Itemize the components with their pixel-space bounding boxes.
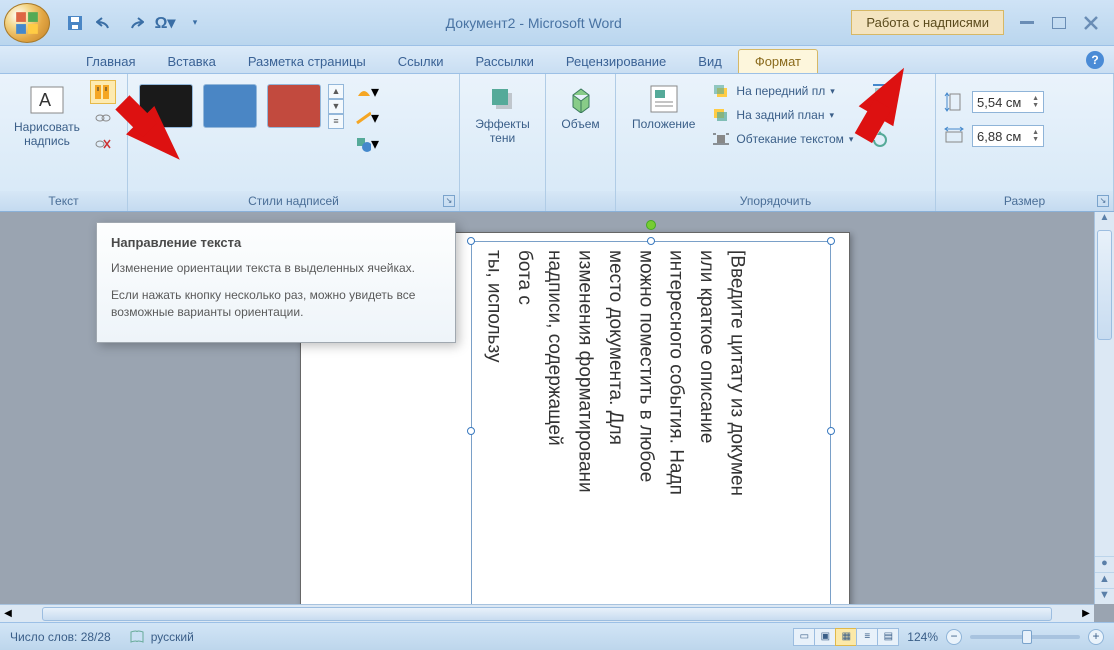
back-icon xyxy=(711,106,731,124)
text-direction-button[interactable] xyxy=(90,80,116,104)
shadow-effects-button[interactable]: Эффекты тени xyxy=(467,80,538,149)
close-button[interactable] xyxy=(1078,14,1104,32)
draw-textbox-label: Нарисовать надпись xyxy=(14,120,80,148)
textbox-icon: A xyxy=(29,84,65,116)
tab-references[interactable]: Ссылки xyxy=(382,50,460,73)
size-launcher[interactable]: ↘ xyxy=(1097,195,1109,207)
view-print-layout[interactable]: ▭ xyxy=(793,628,815,646)
tab-page-layout[interactable]: Разметка страницы xyxy=(232,50,382,73)
bring-to-front-button[interactable]: На передний пл▾ xyxy=(707,80,857,102)
front-icon xyxy=(711,82,731,100)
redo-icon[interactable] xyxy=(124,12,146,34)
undo-icon[interactable] xyxy=(94,12,116,34)
vertical-scrollbar[interactable]: ▲ ●▲▼ xyxy=(1094,212,1114,604)
tooltip-body-2: Если нажать кнопку несколько раз, можно … xyxy=(111,287,441,321)
height-icon xyxy=(944,92,966,112)
three-d-button[interactable]: Объем xyxy=(553,80,607,135)
contextual-tab-label: Работа с надписями xyxy=(851,10,1004,35)
break-link-button[interactable] xyxy=(90,132,116,156)
height-input[interactable]: 5,54 см▲▼ xyxy=(972,91,1044,113)
change-shape-button[interactable]: ▾ xyxy=(354,132,380,156)
svg-text:A: A xyxy=(39,90,51,110)
cube-icon xyxy=(566,84,596,114)
zoom-out-button[interactable]: − xyxy=(946,629,962,645)
rotate-handle[interactable] xyxy=(646,220,656,230)
language-status[interactable]: русский xyxy=(129,630,194,644)
tab-mailings[interactable]: Рассылки xyxy=(460,50,550,73)
tab-home[interactable]: Главная xyxy=(70,50,151,73)
position-button[interactable]: Положение xyxy=(624,80,703,135)
text-box[interactable]: [Введите цитату из докумен или краткое о… xyxy=(471,241,831,621)
shape-fill-button[interactable]: ▾ xyxy=(354,80,380,104)
resize-handle[interactable] xyxy=(467,237,475,245)
view-full-screen[interactable]: ▣ xyxy=(814,628,836,646)
scroll-thumb[interactable] xyxy=(1097,230,1112,340)
quick-access-toolbar: Ω▾ ▾ xyxy=(54,12,216,34)
width-icon xyxy=(944,126,966,146)
word-count[interactable]: Число слов: 28/28 xyxy=(10,630,111,644)
view-web-layout[interactable]: ▦ xyxy=(835,628,857,646)
style-swatch-red[interactable] xyxy=(267,84,321,128)
shape-outline-button[interactable]: ▾ xyxy=(354,106,380,130)
style-gallery-scroll[interactable]: ▲▼≡ xyxy=(328,84,344,129)
tab-insert[interactable]: Вставка xyxy=(151,50,231,73)
book-icon xyxy=(129,630,145,644)
save-icon[interactable] xyxy=(64,12,86,34)
create-link-button[interactable] xyxy=(90,106,116,130)
wrap-icon xyxy=(711,130,731,148)
office-button[interactable] xyxy=(4,3,50,43)
status-bar: Число слов: 28/28 русский ▭ ▣ ▦ ≡ ▤ 124%… xyxy=(0,622,1114,650)
qat-customize-icon[interactable]: ▾ xyxy=(184,12,206,34)
window-title: Документ2 - Microsoft Word xyxy=(216,15,851,31)
resize-handle[interactable] xyxy=(647,237,655,245)
title-bar: Ω▾ ▾ Документ2 - Microsoft Word Работа с… xyxy=(0,0,1114,46)
ribbon-tabs: Главная Вставка Разметка страницы Ссылки… xyxy=(0,46,1114,74)
zoom-in-button[interactable]: + xyxy=(1088,629,1104,645)
textbox-content[interactable]: [Введите цитату из докумен или краткое о… xyxy=(472,242,758,620)
tab-review[interactable]: Рецензирование xyxy=(550,50,682,73)
tab-format[interactable]: Формат xyxy=(738,49,818,73)
horizontal-scrollbar[interactable]: ◀ ▶ xyxy=(0,604,1094,622)
tab-view[interactable]: Вид xyxy=(682,50,738,73)
styles-launcher[interactable]: ↘ xyxy=(443,195,455,207)
resize-handle[interactable] xyxy=(467,427,475,435)
omega-icon[interactable]: Ω▾ xyxy=(154,12,176,34)
view-buttons: ▭ ▣ ▦ ≡ ▤ xyxy=(794,628,899,646)
position-icon xyxy=(649,84,679,114)
tooltip-body-1: Изменение ориентации текста в выделенных… xyxy=(111,260,441,277)
tooltip-title: Направление текста xyxy=(111,235,441,250)
view-draft[interactable]: ▤ xyxy=(877,628,899,646)
view-outline[interactable]: ≡ xyxy=(856,628,878,646)
resize-handle[interactable] xyxy=(827,237,835,245)
maximize-button[interactable] xyxy=(1046,14,1072,32)
width-input[interactable]: 6,88 см▲▼ xyxy=(972,125,1044,147)
zoom-level[interactable]: 124% xyxy=(907,630,938,644)
scroll-thumb[interactable] xyxy=(42,607,1052,621)
text-wrapping-button[interactable]: Обтекание текстом▾ xyxy=(707,128,857,150)
group-size-label: Размер↘ xyxy=(936,191,1113,211)
resize-handle[interactable] xyxy=(827,427,835,435)
group-text-label: Текст xyxy=(0,191,127,211)
style-swatch-blue[interactable] xyxy=(203,84,257,128)
help-icon[interactable]: ? xyxy=(1086,51,1104,69)
send-to-back-button[interactable]: На задний план▾ xyxy=(707,104,857,126)
tooltip-text-direction: Направление текста Изменение ориентации … xyxy=(96,222,456,343)
draw-textbox-button[interactable]: A Нарисовать надпись xyxy=(8,80,86,152)
shadow-icon xyxy=(488,84,518,114)
zoom-slider[interactable] xyxy=(970,635,1080,639)
minimize-button[interactable] xyxy=(1014,14,1040,32)
group-arrange-label: Упорядочить xyxy=(616,191,935,211)
group-styles-label: Стили надписей↘ xyxy=(128,191,459,211)
